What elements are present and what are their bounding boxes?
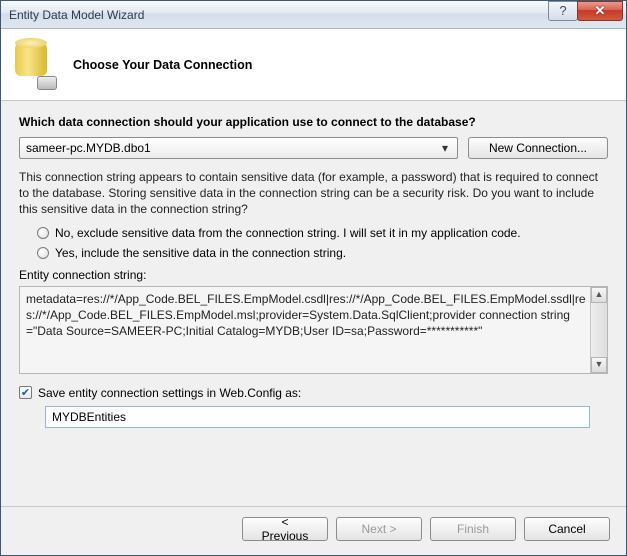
page-title: Choose Your Data Connection bbox=[73, 58, 252, 72]
radio-include-label: Yes, include the sensitive data in the c… bbox=[55, 246, 346, 260]
window-title: Entity Data Model Wizard bbox=[1, 8, 549, 22]
radio-icon bbox=[37, 227, 49, 239]
radio-exclude-sensitive[interactable]: No, exclude sensitive data from the conn… bbox=[37, 226, 608, 240]
connection-selected-value: sameer-pc.MYDB.dbo1 bbox=[26, 141, 151, 155]
connection-dropdown[interactable]: sameer-pc.MYDB.dbo1 ▾ bbox=[19, 137, 458, 159]
radio-exclude-label: No, exclude sensitive data from the conn… bbox=[55, 226, 521, 240]
scroll-up-icon[interactable]: ▲ bbox=[591, 287, 607, 303]
connection-string-value: metadata=res://*/App_Code.BEL_FILES.EmpM… bbox=[26, 292, 586, 338]
database-connection-icon bbox=[13, 40, 57, 90]
footer-buttons: < Previous Next > Finish Cancel bbox=[1, 506, 626, 555]
titlebar: Entity Data Model Wizard ? ✕ bbox=[1, 1, 626, 29]
connection-string-label: Entity connection string: bbox=[19, 268, 608, 282]
connection-string-textbox[interactable]: metadata=res://*/App_Code.BEL_FILES.EmpM… bbox=[19, 286, 608, 374]
radio-icon bbox=[37, 247, 49, 259]
connection-string-wrap: metadata=res://*/App_Code.BEL_FILES.EmpM… bbox=[19, 286, 608, 374]
content-area: Which data connection should your applic… bbox=[1, 101, 626, 506]
header-band: Choose Your Data Connection bbox=[1, 29, 626, 101]
wizard-window: Entity Data Model Wizard ? ✕ Choose Your… bbox=[0, 0, 627, 556]
radio-include-sensitive[interactable]: Yes, include the sensitive data in the c… bbox=[37, 246, 608, 260]
save-settings-label: Save entity connection settings in Web.C… bbox=[38, 386, 301, 400]
finish-button[interactable]: Finish bbox=[430, 517, 516, 541]
close-icon: ✕ bbox=[595, 3, 606, 19]
scrollbar[interactable]: ▲ ▼ bbox=[590, 287, 607, 373]
connection-row: sameer-pc.MYDB.dbo1 ▾ New Connection... bbox=[19, 137, 608, 159]
save-settings-row: ✔ Save entity connection settings in Web… bbox=[19, 386, 608, 400]
chevron-down-icon: ▾ bbox=[437, 141, 453, 155]
cancel-button[interactable]: Cancel bbox=[524, 517, 610, 541]
new-connection-button[interactable]: New Connection... bbox=[468, 137, 608, 159]
sensitive-data-radio-group: No, exclude sensitive data from the conn… bbox=[37, 226, 608, 260]
save-settings-checkbox[interactable]: ✔ bbox=[19, 386, 32, 399]
next-button[interactable]: Next > bbox=[336, 517, 422, 541]
scroll-down-icon[interactable]: ▼ bbox=[591, 357, 607, 373]
previous-button[interactable]: < Previous bbox=[242, 517, 328, 541]
check-icon: ✔ bbox=[21, 386, 30, 399]
close-button[interactable]: ✕ bbox=[577, 1, 623, 21]
settings-name-input[interactable] bbox=[45, 406, 590, 428]
help-button[interactable]: ? bbox=[548, 1, 578, 21]
sensitive-data-explanation: This connection string appears to contai… bbox=[19, 169, 608, 218]
prompt-label: Which data connection should your applic… bbox=[19, 115, 608, 129]
titlebar-buttons: ? ✕ bbox=[549, 1, 623, 21]
